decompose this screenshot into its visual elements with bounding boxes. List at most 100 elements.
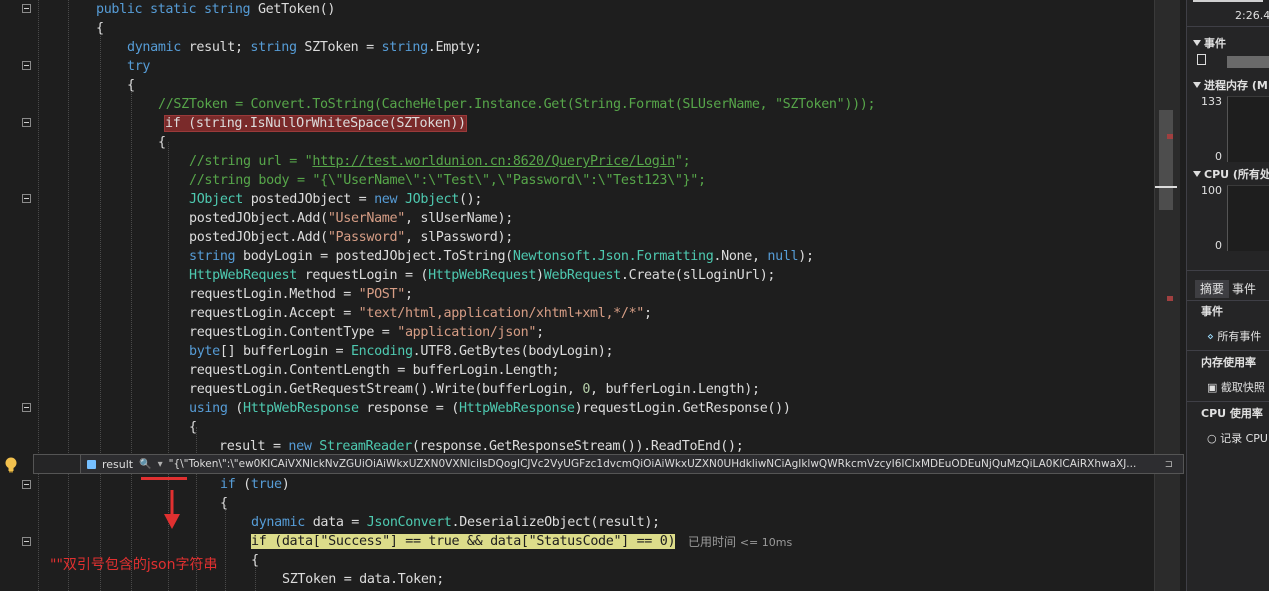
indent-guide — [38, 0, 39, 591]
pause-icon[interactable] — [1197, 54, 1206, 65]
code-line[interactable]: SZToken = data.Token; — [282, 570, 444, 589]
code-token: 0 — [582, 382, 591, 397]
fold-toggle[interactable] — [22, 403, 31, 412]
collapse-triangle-icon — [1193, 82, 1201, 88]
code-line[interactable]: if (data["Success"] == true && data["Sta… — [251, 532, 676, 551]
code-line[interactable]: requestLogin.ContentType = "application/… — [189, 323, 544, 342]
code-token: requestLogin.ContentLength = bufferLogin… — [189, 363, 560, 378]
events-header[interactable]: 事件 — [1193, 35, 1226, 51]
code-line[interactable]: if (true) — [220, 475, 290, 494]
code-token: Newtonsoft.Json.Formatting — [512, 249, 714, 264]
code-line[interactable]: postedJObject.Add("UserName", slUserName… — [189, 209, 513, 228]
code-token: (response.GetResponseStream()).ReadToEnd… — [411, 439, 744, 454]
code-token: if (string.IsNullOrWhiteSpace(SZToken)) — [164, 115, 467, 132]
code-line[interactable]: //string body = "{\"UserName\":\"Test\",… — [189, 171, 706, 190]
fold-toggle[interactable] — [22, 194, 31, 203]
chevron-down-icon[interactable]: ▾ — [158, 459, 163, 470]
code-line[interactable]: dynamic result; string SZToken = string.… — [127, 38, 482, 57]
code-line[interactable]: { — [96, 19, 104, 38]
all-events-link[interactable]: ⋄ 所有事件 — [1187, 326, 1269, 348]
url-link[interactable]: http://test.worldunion.cn:8620/QueryPric… — [312, 154, 675, 169]
code-token: HttpWebResponse — [243, 401, 367, 416]
magnifier-icon[interactable]: 🔍 — [139, 459, 151, 470]
code-token: string — [381, 40, 429, 55]
code-token: .Create(slLoginUrl); — [620, 268, 776, 283]
breakpoint-marker — [1167, 134, 1173, 139]
datatip-variable-name: result — [102, 457, 134, 471]
editor-vertical-scrollbar[interactable] — [1154, 0, 1180, 591]
indent-guide — [68, 0, 69, 591]
lightbulb-icon[interactable] — [4, 457, 18, 473]
code-token: JObject — [404, 192, 459, 207]
code-line[interactable]: string bodyLogin = postedJObject.ToStrin… — [189, 247, 814, 266]
code-line[interactable]: { — [158, 133, 166, 152]
code-token: if — [220, 477, 244, 492]
code-token: byte — [189, 344, 220, 359]
fold-toggle[interactable] — [22, 480, 31, 489]
code-line[interactable]: JObject postedJObject = new JObject(); — [189, 190, 482, 209]
fold-toggle[interactable] — [22, 118, 31, 127]
fold-toggle[interactable] — [22, 61, 31, 70]
code-line[interactable]: postedJObject.Add("Password", slPassword… — [189, 228, 513, 247]
process-memory-header[interactable]: 进程内存 (M — [1193, 77, 1268, 93]
code-token: response = ( — [366, 401, 459, 416]
datatip-value[interactable]: "{\"Token\":\"ew0KICAiVXNlckNvZGUiOiAiWk… — [169, 458, 1159, 470]
code-token: JObject — [189, 192, 251, 207]
code-token: postedJObject.Add( — [189, 211, 328, 226]
code-token: Encoding — [350, 344, 413, 359]
diagnostic-tools-panel[interactable]: 2:26.4 事件 进程内存 (M 133 0 CPU (所有处 100 0 摘… — [1186, 0, 1269, 591]
annotation-underline — [141, 477, 187, 480]
tab-events[interactable]: 事件 — [1227, 280, 1261, 298]
code-line[interactable]: { — [127, 76, 135, 95]
code-line[interactable]: public static string GetToken() — [96, 0, 335, 19]
code-line[interactable]: try — [127, 57, 150, 76]
code-token: HttpWebRequest — [428, 268, 537, 283]
code-line[interactable]: dynamic data = JsonConvert.DeserializeOb… — [251, 513, 660, 532]
code-token: postedJObject.Add( — [189, 230, 328, 245]
code-token: ) — [536, 268, 544, 283]
code-token: "application/json" — [397, 325, 537, 340]
take-snapshot-button[interactable]: ▣ 截取快照 — [1187, 377, 1269, 399]
code-token: .DeserializeObject(result); — [451, 515, 661, 530]
code-line[interactable]: HttpWebRequest requestLogin = (HttpWebRe… — [189, 266, 775, 285]
code-token: //string body = "{\"UserName\":\"Test\",… — [189, 173, 706, 188]
cpu-max-label: 100 — [1201, 184, 1222, 197]
code-line[interactable]: //string url = "http://test.worldunion.c… — [189, 152, 691, 171]
code-token: "text/html,application/xhtml+xml,*/*" — [358, 306, 645, 321]
code-line[interactable]: requestLogin.ContentLength = bufferLogin… — [189, 361, 560, 380]
collapse-triangle-icon — [1193, 40, 1201, 46]
code-token: { — [127, 78, 135, 93]
code-line[interactable]: using (HttpWebResponse response = (HttpW… — [189, 399, 791, 418]
code-token: "UserName" — [327, 211, 405, 226]
code-token: true — [250, 477, 282, 492]
code-token: [] bufferLogin = — [219, 344, 351, 359]
expand-icon[interactable]: ⊐ — [1165, 459, 1173, 470]
code-line[interactable]: requestLogin.Accept = "text/html,applica… — [189, 304, 652, 323]
code-line[interactable]: byte[] bufferLogin = Encoding.UTF8.GetBy… — [189, 342, 614, 361]
record-cpu-button[interactable]: ○ 记录 CPU — [1187, 428, 1269, 450]
code-token: JsonConvert — [366, 515, 452, 530]
code-line[interactable]: requestLogin.GetRequestStream().Write(bu… — [189, 380, 760, 399]
fold-toggle[interactable] — [22, 537, 31, 546]
code-token: ) — [281, 477, 290, 492]
editor-gutter[interactable] — [0, 0, 40, 591]
fold-toggle[interactable] — [22, 4, 31, 13]
code-line[interactable]: //SZToken = Convert.ToString(CacheHelper… — [158, 95, 876, 114]
datatip[interactable]: result 🔍 ▾ "{\"Token\":\"ew0KICAiVXNlckN… — [80, 454, 1184, 474]
code-line[interactable]: requestLogin.Method = "POST"; — [189, 285, 413, 304]
code-token: , slPassword); — [404, 230, 513, 245]
code-token: "; — [674, 154, 691, 169]
code-token: dynamic — [127, 40, 189, 55]
scrollbar-thumb[interactable] — [1159, 110, 1173, 210]
code-token: SZToken = — [304, 40, 382, 55]
cpu-header[interactable]: CPU (所有处 — [1193, 166, 1269, 182]
code-line[interactable]: if (string.IsNullOrWhiteSpace(SZToken)) — [164, 114, 467, 133]
code-line[interactable]: { — [251, 551, 259, 570]
section-cpu-usage: CPU 使用率 — [1201, 407, 1263, 420]
code-line[interactable]: { — [189, 418, 197, 437]
code-token: data = — [312, 515, 367, 530]
tab-summary[interactable]: 摘要 — [1195, 280, 1230, 298]
code-token: { — [251, 553, 259, 568]
code-line[interactable]: { — [220, 494, 228, 513]
elapsed-value: <= 10ms — [739, 536, 793, 549]
